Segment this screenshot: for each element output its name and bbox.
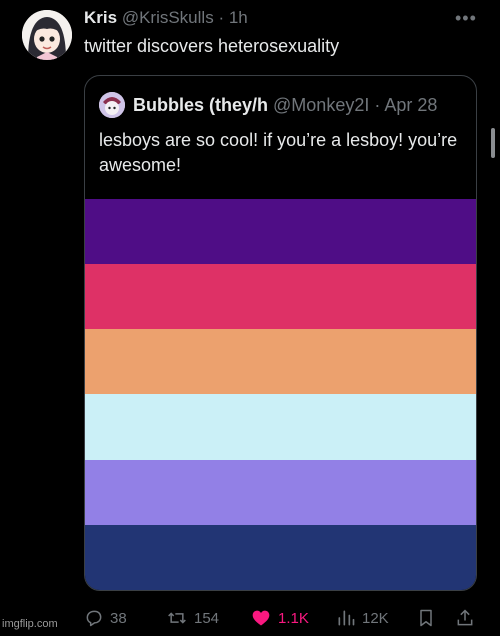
quoted-tweet[interactable]: Bubbles (they/h @Monkey2I · Apr 28 lesbo… [84,75,477,591]
quoted-avatar-image [99,92,125,118]
flag-stripe [85,394,476,460]
reply-button[interactable]: 38 [84,608,127,628]
avatar-image [22,10,72,60]
quoted-date: Apr 28 [384,95,438,115]
scrollbar[interactable] [491,128,495,158]
share-icon [457,609,473,626]
avatar[interactable] [22,10,72,60]
separator-dot: · [374,95,381,115]
quoted-avatar [99,92,125,118]
views-icon [338,610,355,626]
tweet-header: Kris @KrisSkulls · 1h [84,8,248,28]
more-options-icon[interactable]: ••• [455,8,477,29]
tweet-time[interactable]: 1h [229,8,248,27]
author-name[interactable]: Kris [84,8,117,27]
quoted-author-handle: @Monkey2I [273,95,370,115]
bookmark-button[interactable] [416,608,436,628]
quoted-header: Bubbles (they/h @Monkey2I · Apr 28 [133,95,463,116]
pride-flag-image[interactable] [85,199,476,590]
views-button[interactable]: 12K [336,608,389,628]
flag-stripe [85,524,476,590]
retweet-button[interactable]: 154 [166,608,219,628]
quoted-text: lesboys are so cool! if you’re a lesboy!… [99,130,458,175]
reply-icon [86,610,102,627]
retweet-count: 154 [194,609,220,627]
like-button[interactable]: 1.1K [250,608,309,628]
flag-stripe [85,459,476,525]
like-count: 1.1K [278,609,309,627]
action-bar: 38 154 1.1K 12K [0,604,500,636]
watermark: imgflip.com [2,618,58,630]
retweet-icon [168,612,186,624]
separator-dot: · [218,8,225,27]
author-handle[interactable]: @KrisSkulls [122,8,214,27]
share-button[interactable] [455,608,475,628]
views-count: 12K [362,609,389,627]
bookmark-icon [420,609,432,627]
heart-icon [252,610,270,626]
reply-count: 38 [110,609,127,627]
quoted-author-name: Bubbles (they/h [133,95,269,115]
tweet-text: twitter discovers heterosexuality [84,36,340,56]
flag-stripe [85,199,476,265]
flag-stripe [85,264,476,330]
flag-stripe [85,329,476,395]
